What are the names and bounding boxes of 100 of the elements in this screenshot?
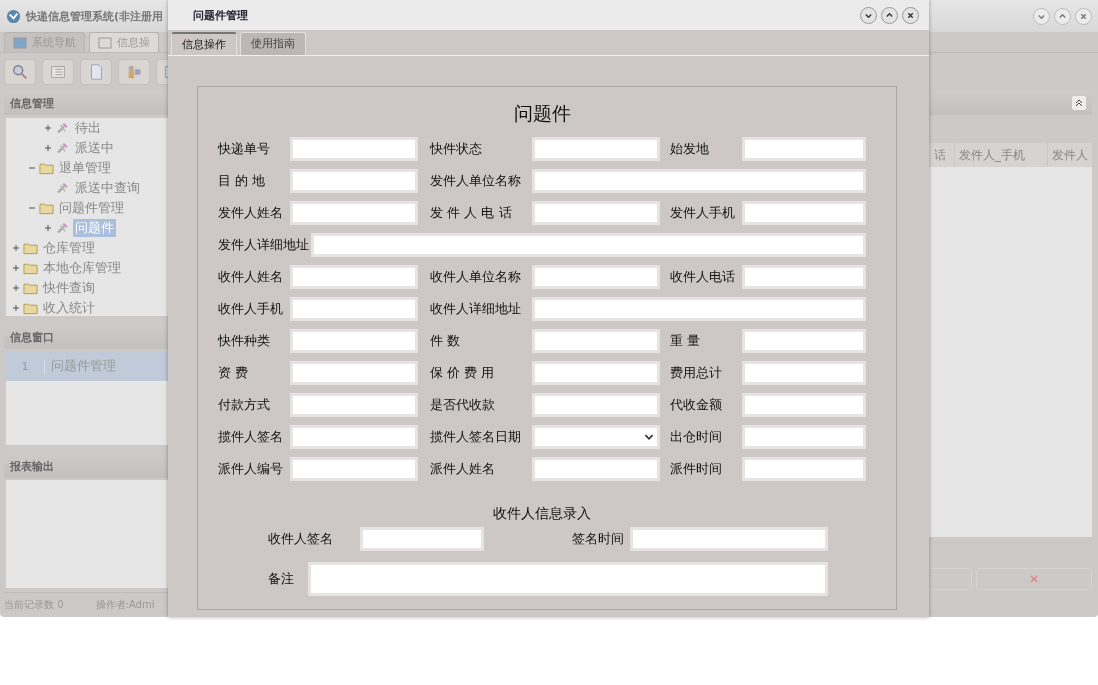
input-field[interactable] [290,137,418,161]
input-field[interactable] [532,297,866,321]
folder-icon [23,261,38,275]
tree-item[interactable]: 仓库管理 [41,239,97,257]
input-field[interactable] [290,393,418,417]
list-button[interactable] [42,59,74,85]
input-field[interactable] [290,265,418,289]
tree-item[interactable]: 问题件管理 [57,199,126,217]
folder-icon [23,281,38,295]
tree-item[interactable]: 本地仓库管理 [41,259,123,277]
note-field[interactable] [308,562,828,596]
field-label: 代收金额 [669,396,723,414]
input-field[interactable] [532,361,660,385]
tree-item[interactable]: 问题件 [73,219,116,237]
field-label: 备注 [268,570,295,588]
list-icon [49,63,67,81]
input-field[interactable] [742,329,866,353]
input-field[interactable] [290,361,418,385]
minimize-button[interactable] [1033,7,1050,25]
tree-item[interactable]: 派送中查询 [73,179,142,197]
input-field[interactable] [742,137,866,161]
field-label: 发件人详细地址 [218,236,309,254]
tree-item[interactable]: 收入统计 [41,299,97,317]
maximize-button[interactable] [881,6,898,24]
expand-toggle-icon[interactable] [28,204,36,212]
tree-item[interactable]: 快件查询 [41,279,97,297]
nav-tab[interactable]: 信息操 [89,32,159,52]
field-label: 重 量 [669,332,702,350]
input-field[interactable] [290,201,418,225]
close-icon [1079,11,1088,21]
expand-toggle-icon[interactable] [28,164,36,172]
user-button[interactable] [118,59,150,85]
column-header[interactable]: 发件人_手机 [954,143,1047,167]
field-label: 保 价 费 用 [429,364,496,382]
minimize-button[interactable] [860,6,877,24]
close-icon [906,10,915,20]
input-field[interactable] [742,361,866,385]
expand-toggle-icon[interactable] [12,304,20,312]
field-label: 资 费 [218,364,250,382]
input-field[interactable] [532,169,866,193]
collapse-button[interactable] [1072,96,1086,110]
chevron-up-icon [885,10,894,20]
expand-toggle-icon[interactable] [44,144,52,152]
panel-title: 信息管理 [10,95,54,111]
field-label: 发件人手机 [669,204,736,222]
input-field[interactable] [742,425,866,449]
input-field[interactable] [290,169,418,193]
dialog-tab[interactable]: 信息操作 [171,32,237,55]
dialog-title: 问题件管理 [193,7,248,23]
chevron-up-icon [1058,11,1067,21]
tools-icon [55,121,70,135]
input-field[interactable] [360,527,484,551]
field-label: 签名时间 [571,530,625,548]
input-field[interactable] [742,393,866,417]
maximize-button[interactable] [1054,7,1071,25]
field-label: 收件人详细地址 [429,300,522,318]
input-field[interactable] [630,527,828,551]
expand-toggle-icon[interactable] [12,284,20,292]
input-field[interactable] [290,457,418,481]
field-label: 是否代收款 [429,396,496,414]
input-field[interactable] [290,425,418,449]
document-button[interactable] [80,59,112,85]
tree-item[interactable]: 派送中 [73,139,116,157]
input-field[interactable] [532,393,660,417]
expand-toggle-icon[interactable] [12,244,20,252]
delete-button[interactable] [976,568,1092,590]
app-title: 快递信息管理系统(非注册用 [26,8,164,24]
dialog-tab[interactable]: 使用指南 [240,32,306,55]
input-field[interactable] [742,201,866,225]
close-button[interactable] [902,6,919,24]
input-field[interactable] [290,329,418,353]
input-field[interactable] [742,457,866,481]
expand-toggle-icon[interactable] [12,264,20,272]
tools-icon [55,221,70,235]
monitor-icon [13,36,27,49]
panel-title: 报表输出 [10,458,54,474]
input-field[interactable] [532,329,660,353]
field-label: 收件人签名 [268,530,334,548]
tree-item[interactable]: 待出 [73,119,103,137]
input-field[interactable] [532,137,660,161]
field-label: 收件人手机 [218,300,284,318]
input-field[interactable] [532,265,660,289]
input-field[interactable] [532,201,660,225]
input-field[interactable] [532,457,660,481]
expand-toggle-icon[interactable] [44,224,52,232]
field-label: 揽件人签名 [218,428,284,446]
field-label: 件 数 [429,332,462,350]
date-dropdown[interactable] [532,425,660,449]
search-button[interactable] [4,59,36,85]
expand-toggle-icon[interactable] [44,124,52,132]
input-field[interactable] [311,233,866,257]
input-field[interactable] [290,297,418,321]
field-label: 派件时间 [669,460,723,478]
field-label: 揽件人签名日期 [429,428,522,446]
folder-icon [39,161,54,175]
field-label: 收件人姓名 [218,268,284,286]
input-field[interactable] [742,265,866,289]
tree-item[interactable]: 退单管理 [57,159,113,177]
folder-icon [23,241,38,255]
column-header[interactable]: 发件人 [1047,143,1092,167]
